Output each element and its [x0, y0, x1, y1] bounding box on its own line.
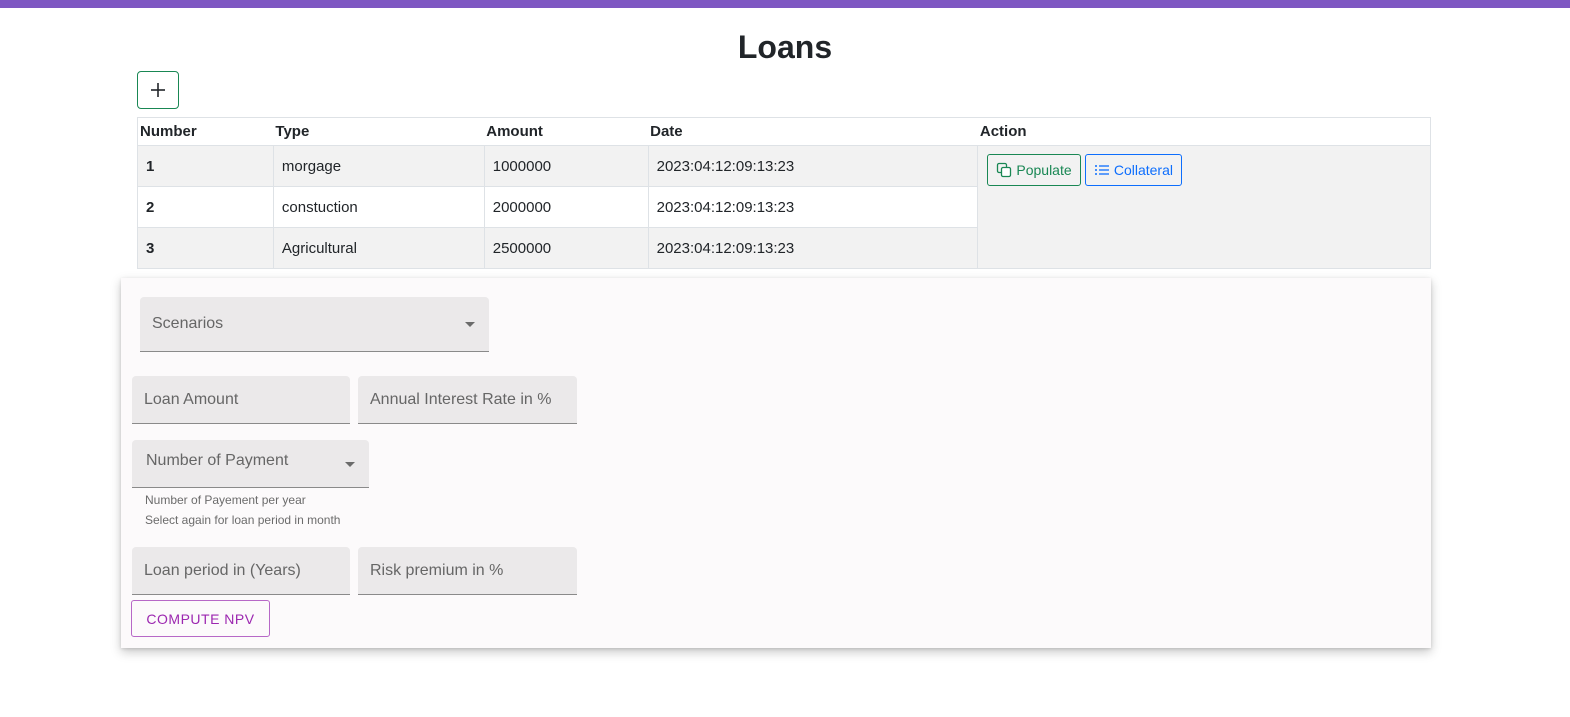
- top-accent-bar: [0, 0, 1570, 8]
- action-cell: Populate Collateral: [977, 145, 1431, 269]
- loan-period-label: Loan period in (Years): [144, 561, 301, 579]
- scenarios-label: Scenarios: [152, 315, 224, 332]
- cell-type: Agricultural: [272, 227, 485, 269]
- dropdown-caret-icon: [465, 322, 475, 327]
- cell-amount: 2500000: [483, 227, 649, 269]
- cell-number: 1: [137, 145, 274, 187]
- copy-icon: [997, 162, 1012, 178]
- collateral-label: Collateral: [1113, 162, 1173, 178]
- cell-number: 2: [137, 186, 274, 228]
- header-number: Number: [137, 117, 274, 146]
- header-date: Date: [648, 117, 978, 146]
- cell-date: 2023:04:12:09:13:23: [647, 145, 979, 187]
- interest-rate-label: Annual Interest Rate in %: [370, 390, 552, 408]
- page-title: Loans: [737, 29, 833, 65]
- cell-amount: 2000000: [483, 186, 649, 228]
- dropdown-caret-icon: [345, 462, 355, 467]
- loan-period-input[interactable]: Loan period in (Years): [132, 547, 350, 595]
- collateral-button[interactable]: Collateral: [1084, 154, 1182, 186]
- payments-helper-text-2: Select again for loan period in month: [145, 513, 341, 527]
- header-action: Action: [977, 117, 1431, 146]
- list-icon: [1094, 165, 1109, 175]
- cell-number: 3: [137, 227, 274, 269]
- plus-icon: [151, 83, 165, 97]
- loan-amount-input[interactable]: Loan Amount: [132, 376, 350, 424]
- payments-helper-text: Number of Payement per year: [145, 493, 306, 507]
- add-loan-button[interactable]: [137, 71, 179, 109]
- risk-premium-input[interactable]: Risk premium in %: [358, 547, 577, 595]
- compute-npv-button[interactable]: COMPUTE NPV: [131, 600, 270, 637]
- populate-label: Populate: [1016, 162, 1072, 178]
- cell-amount: 1000000: [483, 145, 649, 187]
- cell-type: constuction: [272, 186, 485, 228]
- npv-form-card: Scenarios Loan Amount Annual Interest Ra…: [121, 278, 1431, 648]
- loans-table: Number Type Amount Date Action 1 morgage…: [137, 117, 1431, 269]
- table-row[interactable]: 1 morgage 1000000 2023:04:12:09:13:23 Po…: [137, 145, 1431, 269]
- loan-amount-label: Loan Amount: [144, 390, 239, 408]
- payments-label: Number of Payment: [146, 452, 289, 469]
- populate-button[interactable]: Populate: [987, 154, 1081, 186]
- header-type: Type: [273, 117, 485, 146]
- table-header-row: Number Type Amount Date Action: [137, 117, 1431, 146]
- cell-date: 2023:04:12:09:13:23: [647, 227, 979, 269]
- risk-premium-label: Risk premium in %: [370, 561, 504, 579]
- cell-date: 2023:04:12:09:13:23: [647, 186, 979, 228]
- number-of-payment-select[interactable]: Number of Payment: [132, 440, 369, 488]
- scenarios-select[interactable]: Scenarios: [140, 297, 489, 352]
- interest-rate-input[interactable]: Annual Interest Rate in %: [358, 376, 577, 424]
- header-amount: Amount: [484, 117, 649, 146]
- cell-type: morgage: [272, 145, 485, 187]
